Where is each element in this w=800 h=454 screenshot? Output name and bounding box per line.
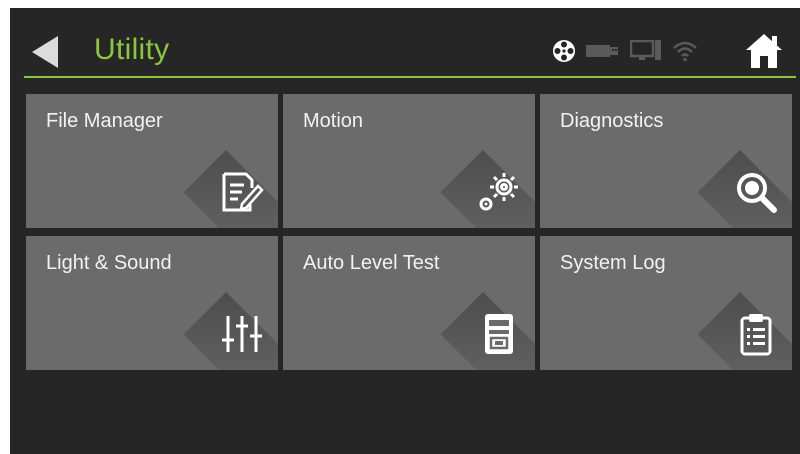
tile-label: System Log xyxy=(560,252,666,274)
tile-light-and-sound[interactable]: Light & Sound xyxy=(26,236,278,370)
wifi-icon xyxy=(672,40,698,62)
edit-document-icon xyxy=(222,172,264,212)
film-reel-icon xyxy=(552,39,576,63)
utility-screen: Utility File Manager Motion Diagnostics … xyxy=(10,8,800,454)
tile-label: Motion xyxy=(303,110,364,132)
usb-drive-icon xyxy=(586,43,620,59)
tile-label: File Manager xyxy=(46,110,163,132)
back-arrow-icon xyxy=(32,36,58,68)
home-icon xyxy=(746,34,782,68)
page-title: Utility xyxy=(94,33,170,66)
tile-auto-level-test[interactable]: Auto Level Test xyxy=(283,236,535,370)
gears-icon xyxy=(479,173,518,211)
back-button[interactable] xyxy=(30,34,60,70)
home-button[interactable] xyxy=(744,32,784,70)
tile-motion[interactable]: Motion xyxy=(283,94,535,228)
monitor-icon xyxy=(630,40,662,62)
clipboard-list-icon xyxy=(740,314,772,356)
tile-system-log[interactable]: System Log xyxy=(540,236,792,370)
printer-bed-icon xyxy=(485,314,513,354)
header-bar: Utility xyxy=(10,8,800,80)
tile-diagnostics[interactable]: Diagnostics xyxy=(540,94,792,228)
status-icons xyxy=(552,36,708,66)
tile-label: Auto Level Test xyxy=(303,252,440,274)
tile-label: Diagnostics xyxy=(560,110,664,132)
header-divider xyxy=(24,76,796,78)
sliders-icon xyxy=(222,316,262,352)
magnifier-icon xyxy=(737,173,777,213)
tile-label: Light & Sound xyxy=(46,252,172,274)
tile-file-manager[interactable]: File Manager xyxy=(26,94,278,228)
